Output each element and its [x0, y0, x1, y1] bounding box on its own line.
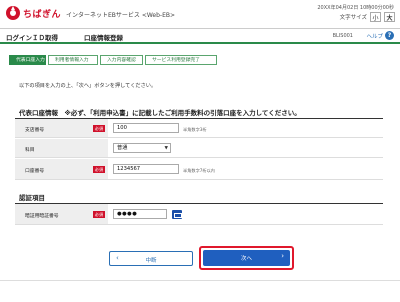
- branch-label: 支店番号: [25, 128, 45, 133]
- font-size-large-button[interactable]: 大: [384, 12, 395, 22]
- step-user-info-input: 利用者情報入力: [48, 55, 98, 65]
- login-id-heading: ログインＩＤ取得: [6, 34, 58, 42]
- account-row: 口座番号 必須 1234567 半角数字7桁以内: [15, 159, 383, 180]
- font-size-control: 文字サイズ 小 大: [340, 12, 395, 22]
- subject-selected-value: 普通: [117, 145, 128, 151]
- abort-button-label: 中断: [145, 258, 157, 264]
- account-label: 口座番号: [25, 169, 45, 174]
- chevron-right-icon: ›: [281, 252, 284, 260]
- required-badge: 必須: [93, 166, 105, 173]
- progress-steps: 代表口座入力 利用者情報入力 入力内容確認 サービス利用登録完了: [9, 55, 219, 65]
- branch-hint: 半角数字3桁: [183, 127, 207, 132]
- footer-divider: [0, 280, 400, 281]
- font-size-label: 文字サイズ: [339, 15, 367, 21]
- chevron-down-icon: ▼: [164, 146, 168, 151]
- step-confirm: 入力内容確認: [100, 55, 143, 65]
- subject-select[interactable]: 普通 ▼: [113, 143, 171, 153]
- software-keyboard-icon[interactable]: [172, 210, 182, 219]
- abort-button[interactable]: ‹ 中断: [109, 251, 193, 266]
- pin-input[interactable]: ●●●●: [113, 209, 167, 219]
- bank-logo-icon: [6, 6, 20, 20]
- font-size-small-button[interactable]: 小: [370, 12, 381, 22]
- help-link[interactable]: ヘルプ ?: [366, 31, 394, 40]
- pin-label: 暗証用暗証番号: [25, 214, 59, 219]
- pin-row: 暗証用暗証番号 必須 ●●●●: [15, 204, 383, 225]
- current-datetime: 20XX年04月02日 10時00分00秒: [317, 5, 394, 11]
- page-title: 口座情報登録: [84, 34, 123, 42]
- header: ちばぎん インターネットEBサービス <Web-EB> 20XX年04月02日 …: [0, 0, 400, 27]
- branch-row: 支店番号 必須 100 半角数字3桁: [15, 119, 383, 138]
- help-label: ヘルプ: [366, 33, 383, 40]
- required-badge: 必須: [93, 211, 105, 218]
- step-complete: サービス利用登録完了: [145, 55, 217, 65]
- title-bar: ログインＩＤ取得 口座情報登録 BLIS001 ヘルプ ?: [0, 28, 400, 44]
- auth-section-title: 認証項目: [19, 194, 45, 202]
- next-button-label: 次へ: [240, 256, 252, 262]
- step-account-input: 代表口座入力: [9, 55, 46, 65]
- instruction-text: 以下の項目を入力の上、「次へ」ボタンを押してください。: [19, 83, 157, 89]
- account-section-title: 代表口座情報 ※必ず、「利用申込書」に記載したご利用手数料の引落口座を入力してく…: [19, 109, 301, 117]
- bank-logo-text: ちばぎん: [23, 10, 62, 20]
- screen-code: BLIS001: [332, 33, 353, 39]
- service-name: インターネットEBサービス <Web-EB>: [66, 12, 176, 19]
- next-button[interactable]: 次へ ›: [203, 250, 290, 266]
- required-badge: 必須: [93, 125, 105, 132]
- account-hint: 半角数字7桁以内: [183, 168, 215, 173]
- account-number-input[interactable]: 1234567: [113, 164, 179, 174]
- question-icon: ?: [385, 31, 394, 40]
- subject-label: 科目: [25, 148, 35, 153]
- subject-row: 科目 普通 ▼: [15, 139, 383, 158]
- branch-number-input[interactable]: 100: [113, 123, 179, 133]
